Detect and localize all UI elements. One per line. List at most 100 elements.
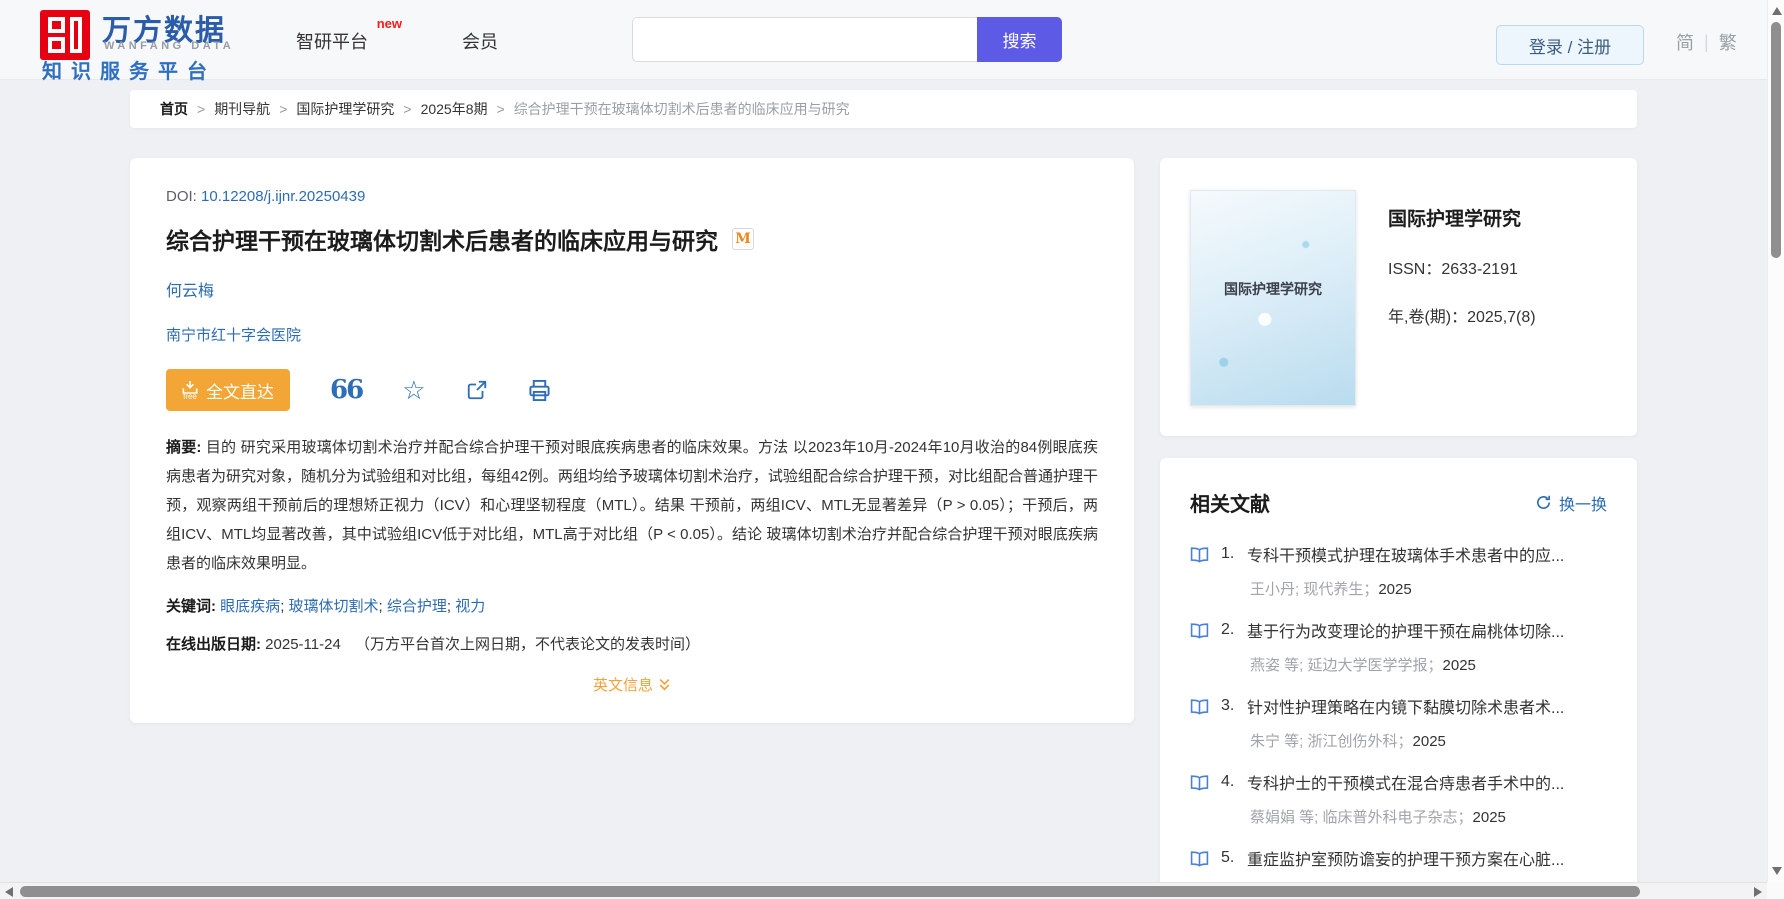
- book-icon: [1190, 850, 1209, 867]
- wanfang-logo-icon: [40, 10, 90, 60]
- chevron-double-down-icon: [659, 678, 670, 690]
- vertical-scrollbar[interactable]: [1767, 0, 1784, 882]
- keyword-link[interactable]: 玻璃体切割术: [289, 598, 379, 615]
- related-item: 4. 专科护士的干预模式在混合痔患者手术中的... 蔡娟娟 等; 临床普外科电子…: [1190, 770, 1607, 827]
- fulltext-button-label: 全文直达: [206, 382, 274, 402]
- author-link[interactable]: 何云梅: [166, 283, 214, 300]
- lang-traditional[interactable]: 繁: [1719, 29, 1737, 55]
- breadcrumb-journal-nav[interactable]: 期刊导航: [214, 99, 270, 119]
- abstract: 摘要: 目的 研究采用玻璃体切割术治疗并配合综合护理干预对眼底疾病患者的临床效果…: [166, 433, 1098, 578]
- breadcrumb-journal[interactable]: 国际护理学研究: [296, 99, 394, 119]
- book-icon: [1190, 698, 1209, 715]
- related-title: 相关文献: [1190, 494, 1270, 516]
- keywords-label: 关键词:: [166, 598, 216, 615]
- journal-issn: ISSN：2633-2191: [1388, 261, 1518, 278]
- language-switch: 简 | 繁: [1676, 29, 1737, 55]
- site-header: 万方数据 WANFANG DATA 知识服务平台 智研平台 new 会员 搜索 …: [0, 0, 1767, 83]
- medical-badge-icon[interactable]: M: [732, 228, 754, 250]
- doi-row: DOI: 10.12208/j.ijnr.20250439: [166, 188, 1098, 205]
- lang-simplified[interactable]: 简: [1676, 29, 1694, 55]
- book-icon: [1190, 774, 1209, 791]
- journal-name-link[interactable]: 国际护理学研究: [1388, 204, 1536, 231]
- nav-member[interactable]: 会员: [462, 28, 498, 54]
- vertical-scrollbar-thumb[interactable]: [1771, 22, 1781, 258]
- keyword-link[interactable]: 眼底疾病: [220, 598, 280, 615]
- online-date-label: 在线出版日期:: [166, 636, 261, 653]
- cite-quote-icon[interactable]: 66: [330, 377, 364, 403]
- breadcrumb-separator: >: [197, 101, 206, 117]
- keywords-row: 关键词: 眼底疾病; 玻璃体切割术; 综合护理; 视力: [166, 598, 486, 615]
- related-item-meta: 蔡娟娟 等; 临床普外科电子杂志；2025: [1250, 809, 1506, 826]
- nav-zhiyan-platform[interactable]: 智研平台 new: [296, 16, 402, 54]
- refresh-related-button[interactable]: 换一换: [1535, 491, 1607, 515]
- related-articles-card: 相关文献 换一换 1. 专科干预模式护理在玻璃体手术患者中的应... 王小丹; …: [1160, 458, 1637, 899]
- fulltext-access-button[interactable]: free 全文直达: [166, 369, 290, 411]
- related-item: 5. 重症监护室预防谵妄的护理干预方案在心脏...: [1190, 846, 1607, 870]
- doi-label: DOI:: [166, 188, 197, 205]
- online-date-row: 在线出版日期: 2025-11-24 （万方平台首次上网日期，不代表论文的发表时…: [166, 633, 1098, 654]
- journal-cover-title: 国际护理学研究: [1224, 281, 1322, 297]
- book-icon: [1190, 546, 1209, 563]
- online-date-value: 2025-11-24: [265, 636, 341, 653]
- related-header: 相关文献 换一换: [1190, 488, 1607, 517]
- related-item-title[interactable]: 3. 针对性护理策略在内镜下黏膜切除术患者术...: [1190, 694, 1607, 718]
- author-row: 何云梅: [166, 277, 1098, 301]
- journal-info: 国际护理学研究 ISSN：2633-2191 年,卷(期)：2025,7(8): [1388, 204, 1536, 327]
- related-item: 1. 专科干预模式护理在玻璃体手术患者中的应... 王小丹; 现代养生；2025: [1190, 542, 1607, 599]
- related-item-meta: 朱宁 等; 浙江创伤外科；2025: [1250, 733, 1446, 750]
- search-box: 搜索: [632, 17, 1062, 62]
- journal-volume: 年,卷(期)：2025,7(8): [1388, 309, 1536, 326]
- breadcrumb-home[interactable]: 首页: [160, 99, 188, 119]
- online-date-note: （万方平台首次上网日期，不代表论文的发表时间）: [354, 636, 700, 653]
- breadcrumb-current: 综合护理干预在玻璃体切割术后患者的临床应用与研究: [513, 101, 850, 117]
- english-info-toggle[interactable]: 英文信息: [166, 674, 1098, 695]
- related-item-title[interactable]: 1. 专科干预模式护理在玻璃体手术患者中的应...: [1190, 542, 1607, 566]
- search-input[interactable]: [632, 17, 977, 62]
- doi-link[interactable]: 10.12208/j.ijnr.20250439: [201, 188, 365, 205]
- breadcrumb-separator: >: [403, 101, 412, 117]
- article-actions: free 全文直达 66 ☆: [166, 369, 1098, 411]
- favorite-star-icon[interactable]: ☆: [402, 377, 425, 403]
- abstract-text: 目的 研究采用玻璃体切割术治疗并配合综合护理干预对眼底疾病患者的临床效果。方法 …: [166, 439, 1098, 572]
- breadcrumb-separator: >: [496, 101, 505, 117]
- brand-tagline: 知识服务平台: [42, 61, 216, 83]
- breadcrumb-separator: >: [279, 101, 288, 117]
- scroll-right-arrow-icon[interactable]: [1754, 887, 1762, 897]
- related-item-meta: 王小丹; 现代养生；2025: [1250, 581, 1412, 598]
- keyword-link[interactable]: 综合护理: [387, 598, 447, 615]
- affiliation-link[interactable]: 南宁市红十字会医院: [166, 327, 301, 344]
- scroll-left-arrow-icon[interactable]: [5, 887, 13, 897]
- breadcrumb: 首页 > 期刊导航 > 国际护理学研究 > 2025年8期 > 综合护理干预在玻…: [130, 90, 1637, 128]
- keyword-link[interactable]: 视力: [455, 598, 485, 615]
- print-icon[interactable]: [528, 379, 551, 402]
- free-download-icon: free: [182, 380, 198, 401]
- refresh-icon: [1537, 495, 1550, 509]
- scroll-up-arrow-icon[interactable]: [1772, 7, 1782, 15]
- scroll-down-arrow-icon[interactable]: [1772, 867, 1782, 875]
- journal-cover-image[interactable]: 国际护理学研究: [1190, 190, 1356, 406]
- article-title-row: 综合护理干预在玻璃体切割术后患者的临床应用与研究 M: [166, 222, 1098, 256]
- related-list: 1. 专科干预模式护理在玻璃体手术患者中的应... 王小丹; 现代养生；2025…: [1190, 542, 1607, 870]
- related-item-title[interactable]: 2. 基于行为改变理论的护理干预在扁桃体切除...: [1190, 618, 1607, 642]
- scrollbar-corner: [1767, 882, 1784, 899]
- horizontal-scrollbar[interactable]: [0, 882, 1767, 899]
- share-icon[interactable]: [466, 379, 488, 401]
- related-item: 2. 基于行为改变理论的护理干预在扁桃体切除... 燕姿 等; 延边大学医学学报…: [1190, 618, 1607, 675]
- abstract-label: 摘要:: [166, 439, 202, 456]
- horizontal-scrollbar-thumb[interactable]: [20, 886, 1640, 897]
- wanfang-article-page: 万方数据 WANFANG DATA 知识服务平台 智研平台 new 会员 搜索 …: [0, 0, 1784, 899]
- lang-divider: |: [1704, 31, 1709, 52]
- article-card: DOI: 10.12208/j.ijnr.20250439 综合护理干预在玻璃体…: [130, 158, 1134, 723]
- login-register-button[interactable]: 登录 / 注册: [1496, 25, 1644, 65]
- breadcrumb-issue[interactable]: 2025年8期: [421, 99, 488, 119]
- related-item: 3. 针对性护理策略在内镜下黏膜切除术患者术... 朱宁 等; 浙江创伤外科；2…: [1190, 694, 1607, 751]
- search-button[interactable]: 搜索: [977, 17, 1062, 62]
- article-title: 综合护理干预在玻璃体切割术后患者的临床应用与研究: [166, 228, 718, 254]
- related-item-meta: 燕姿 等; 延边大学医学学报；2025: [1250, 657, 1476, 674]
- brand-name-en: WANFANG DATA: [104, 40, 235, 52]
- new-badge: new: [376, 16, 402, 31]
- related-item-title[interactable]: 5. 重症监护室预防谵妄的护理干预方案在心脏...: [1190, 846, 1607, 870]
- journal-card: 国际护理学研究 国际护理学研究 ISSN：2633-2191 年,卷(期)：20…: [1160, 158, 1637, 436]
- affiliation-row: 南宁市红十字会医院: [166, 324, 1098, 345]
- related-item-title[interactable]: 4. 专科护士的干预模式在混合痔患者手术中的...: [1190, 770, 1607, 794]
